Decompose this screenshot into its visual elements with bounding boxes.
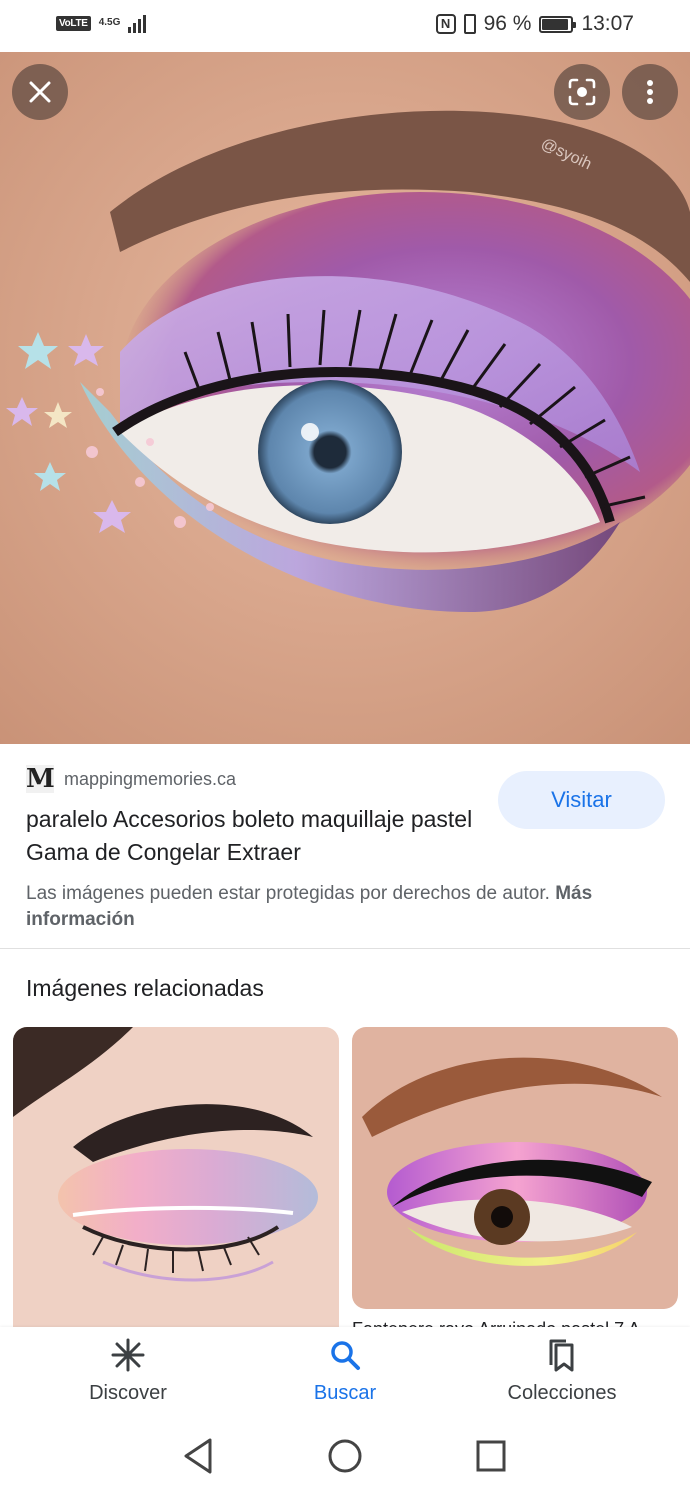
nfc-icon: N bbox=[435, 14, 456, 34]
status-bar: VoLTE 4.5G N 96 % 13:07 bbox=[0, 0, 690, 52]
vibrate-icon bbox=[463, 14, 476, 34]
battery-percent: 96 % bbox=[483, 12, 532, 35]
related-thumbnail bbox=[13, 1027, 339, 1347]
status-left: VoLTE 4.5G bbox=[56, 13, 147, 33]
main-image[interactable]: @syoih bbox=[0, 52, 690, 744]
nav-discover[interactable]: Discover bbox=[38, 1337, 218, 1405]
divider bbox=[0, 948, 690, 949]
more-vert-icon bbox=[647, 80, 653, 104]
nav-search-label: Buscar bbox=[313, 1382, 377, 1404]
more-options-button[interactable] bbox=[622, 64, 678, 120]
lens-button[interactable] bbox=[554, 64, 610, 120]
visit-button[interactable]: Visitar bbox=[498, 771, 665, 829]
close-button[interactable] bbox=[12, 64, 68, 120]
copyright-text: Las imágenes pueden estar protegidas por… bbox=[26, 883, 550, 904]
bottom-navigation: Discover Buscar Colecciones bbox=[0, 1327, 690, 1422]
network-type: 4.5G bbox=[98, 17, 121, 28]
copyright-notice: Las imágenes pueden estar protegidas por… bbox=[26, 881, 666, 933]
status-right: N 96 % 13:07 bbox=[435, 12, 634, 36]
close-icon bbox=[29, 81, 51, 103]
site-domain[interactable]: mappingmemories.ca bbox=[64, 769, 236, 790]
related-image-1[interactable] bbox=[13, 1027, 339, 1347]
result-title[interactable]: paralelo Accesorios boleto maquillaje pa… bbox=[26, 803, 476, 869]
back-icon[interactable] bbox=[180, 1436, 216, 1476]
clock: 13:07 bbox=[581, 12, 634, 35]
related-image-2[interactable] bbox=[352, 1027, 678, 1309]
site-favicon: M bbox=[26, 764, 55, 794]
battery-icon bbox=[539, 15, 577, 33]
related-thumbnail bbox=[352, 1027, 678, 1309]
home-icon[interactable] bbox=[326, 1436, 364, 1476]
nav-collections[interactable]: Colecciones bbox=[472, 1337, 652, 1405]
volte-indicator: VoLTE bbox=[56, 15, 91, 31]
system-navigation-bar bbox=[0, 1422, 690, 1495]
source-row[interactable]: M mappingmemories.ca bbox=[26, 765, 236, 793]
nav-discover-label: Discover bbox=[89, 1382, 167, 1404]
asterisk-icon bbox=[111, 1338, 145, 1372]
related-heading: Imágenes relacionadas bbox=[26, 975, 264, 1001]
recents-icon[interactable] bbox=[474, 1436, 508, 1476]
nav-collections-label: Colecciones bbox=[507, 1382, 617, 1404]
bookmarks-icon bbox=[549, 1339, 574, 1372]
signal-icon bbox=[128, 13, 147, 33]
nav-search[interactable]: Buscar bbox=[255, 1337, 435, 1405]
search-icon bbox=[331, 1341, 360, 1370]
eye-makeup-image: @syoih bbox=[0, 52, 690, 744]
lens-icon bbox=[568, 78, 596, 106]
